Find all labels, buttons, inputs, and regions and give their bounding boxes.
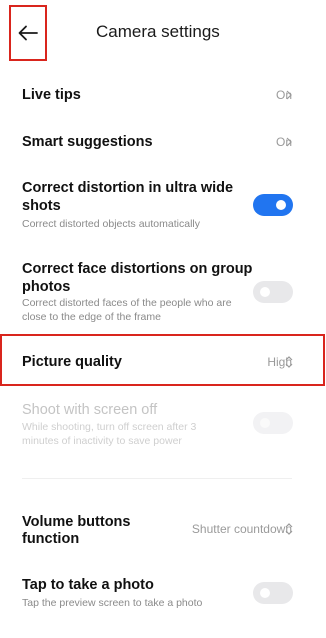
toggle-knob [276,200,286,210]
header: Camera settings [0,0,326,66]
screen-off-toggle [253,412,293,434]
tap-photo-label: Tap to take a photo [22,577,154,593]
section-divider [22,478,292,479]
correct-distortion-label-line1: Correct distortion in ultra wide [22,180,234,196]
face-distortion-sub-line1: Correct distorted faces of the people wh… [22,297,232,309]
correct-distortion-sub: Correct distorted objects automatically [22,218,200,230]
toggle-knob [260,588,270,598]
back-button[interactable] [9,5,47,61]
setting-correct-distortion: Correct distortion in ultra wide shots C… [0,174,326,244]
setting-face-distortion: Correct face distortions on group photos… [0,256,326,328]
volume-buttons-value: Shutter countdown [191,522,292,536]
screen-off-sub-line2: minutes of inactivity to save power [22,435,182,447]
tap-photo-toggle[interactable] [253,582,293,604]
volume-buttons-label-line1: Volume buttons [22,514,131,530]
face-distortion-label-line1: Correct face distortions on group [22,261,253,277]
face-distortion-label-line2: photos [22,279,71,295]
correct-distortion-label-line2: shots [22,198,61,214]
setting-screen-off: Shoot with screen off While shooting, tu… [0,398,326,458]
chevron-right-icon [284,134,294,150]
volume-buttons-label-line2: function [22,531,80,547]
toggle-knob [260,418,270,428]
screen-off-sub-line1: While shooting, turn off screen after 3 [22,421,197,433]
page-title: Camera settings [96,22,220,41]
setting-tap-photo: Tap to take a photo Tap the preview scre… [0,572,326,622]
picture-quality-highlight [0,334,325,386]
chevron-up-down-icon [284,520,294,538]
face-distortion-sub-line2: close to the edge of the frame [22,311,161,323]
toggle-knob [260,287,270,297]
setting-volume-buttons[interactable]: Volume buttons function Shutter countdow… [0,508,326,554]
face-distortion-toggle[interactable] [253,281,293,303]
tap-photo-sub: Tap the preview screen to take a photo [22,597,203,609]
live-tips-label: Live tips [22,87,81,103]
smart-suggestions-label: Smart suggestions [22,134,153,150]
chevron-right-icon [284,87,294,103]
setting-smart-suggestions[interactable]: Smart suggestions On [0,122,326,174]
setting-live-tips[interactable]: Live tips On [0,66,326,122]
correct-distortion-toggle[interactable] [253,194,293,216]
arrow-left-icon [18,25,38,41]
screen-off-label: Shoot with screen off [22,402,158,418]
